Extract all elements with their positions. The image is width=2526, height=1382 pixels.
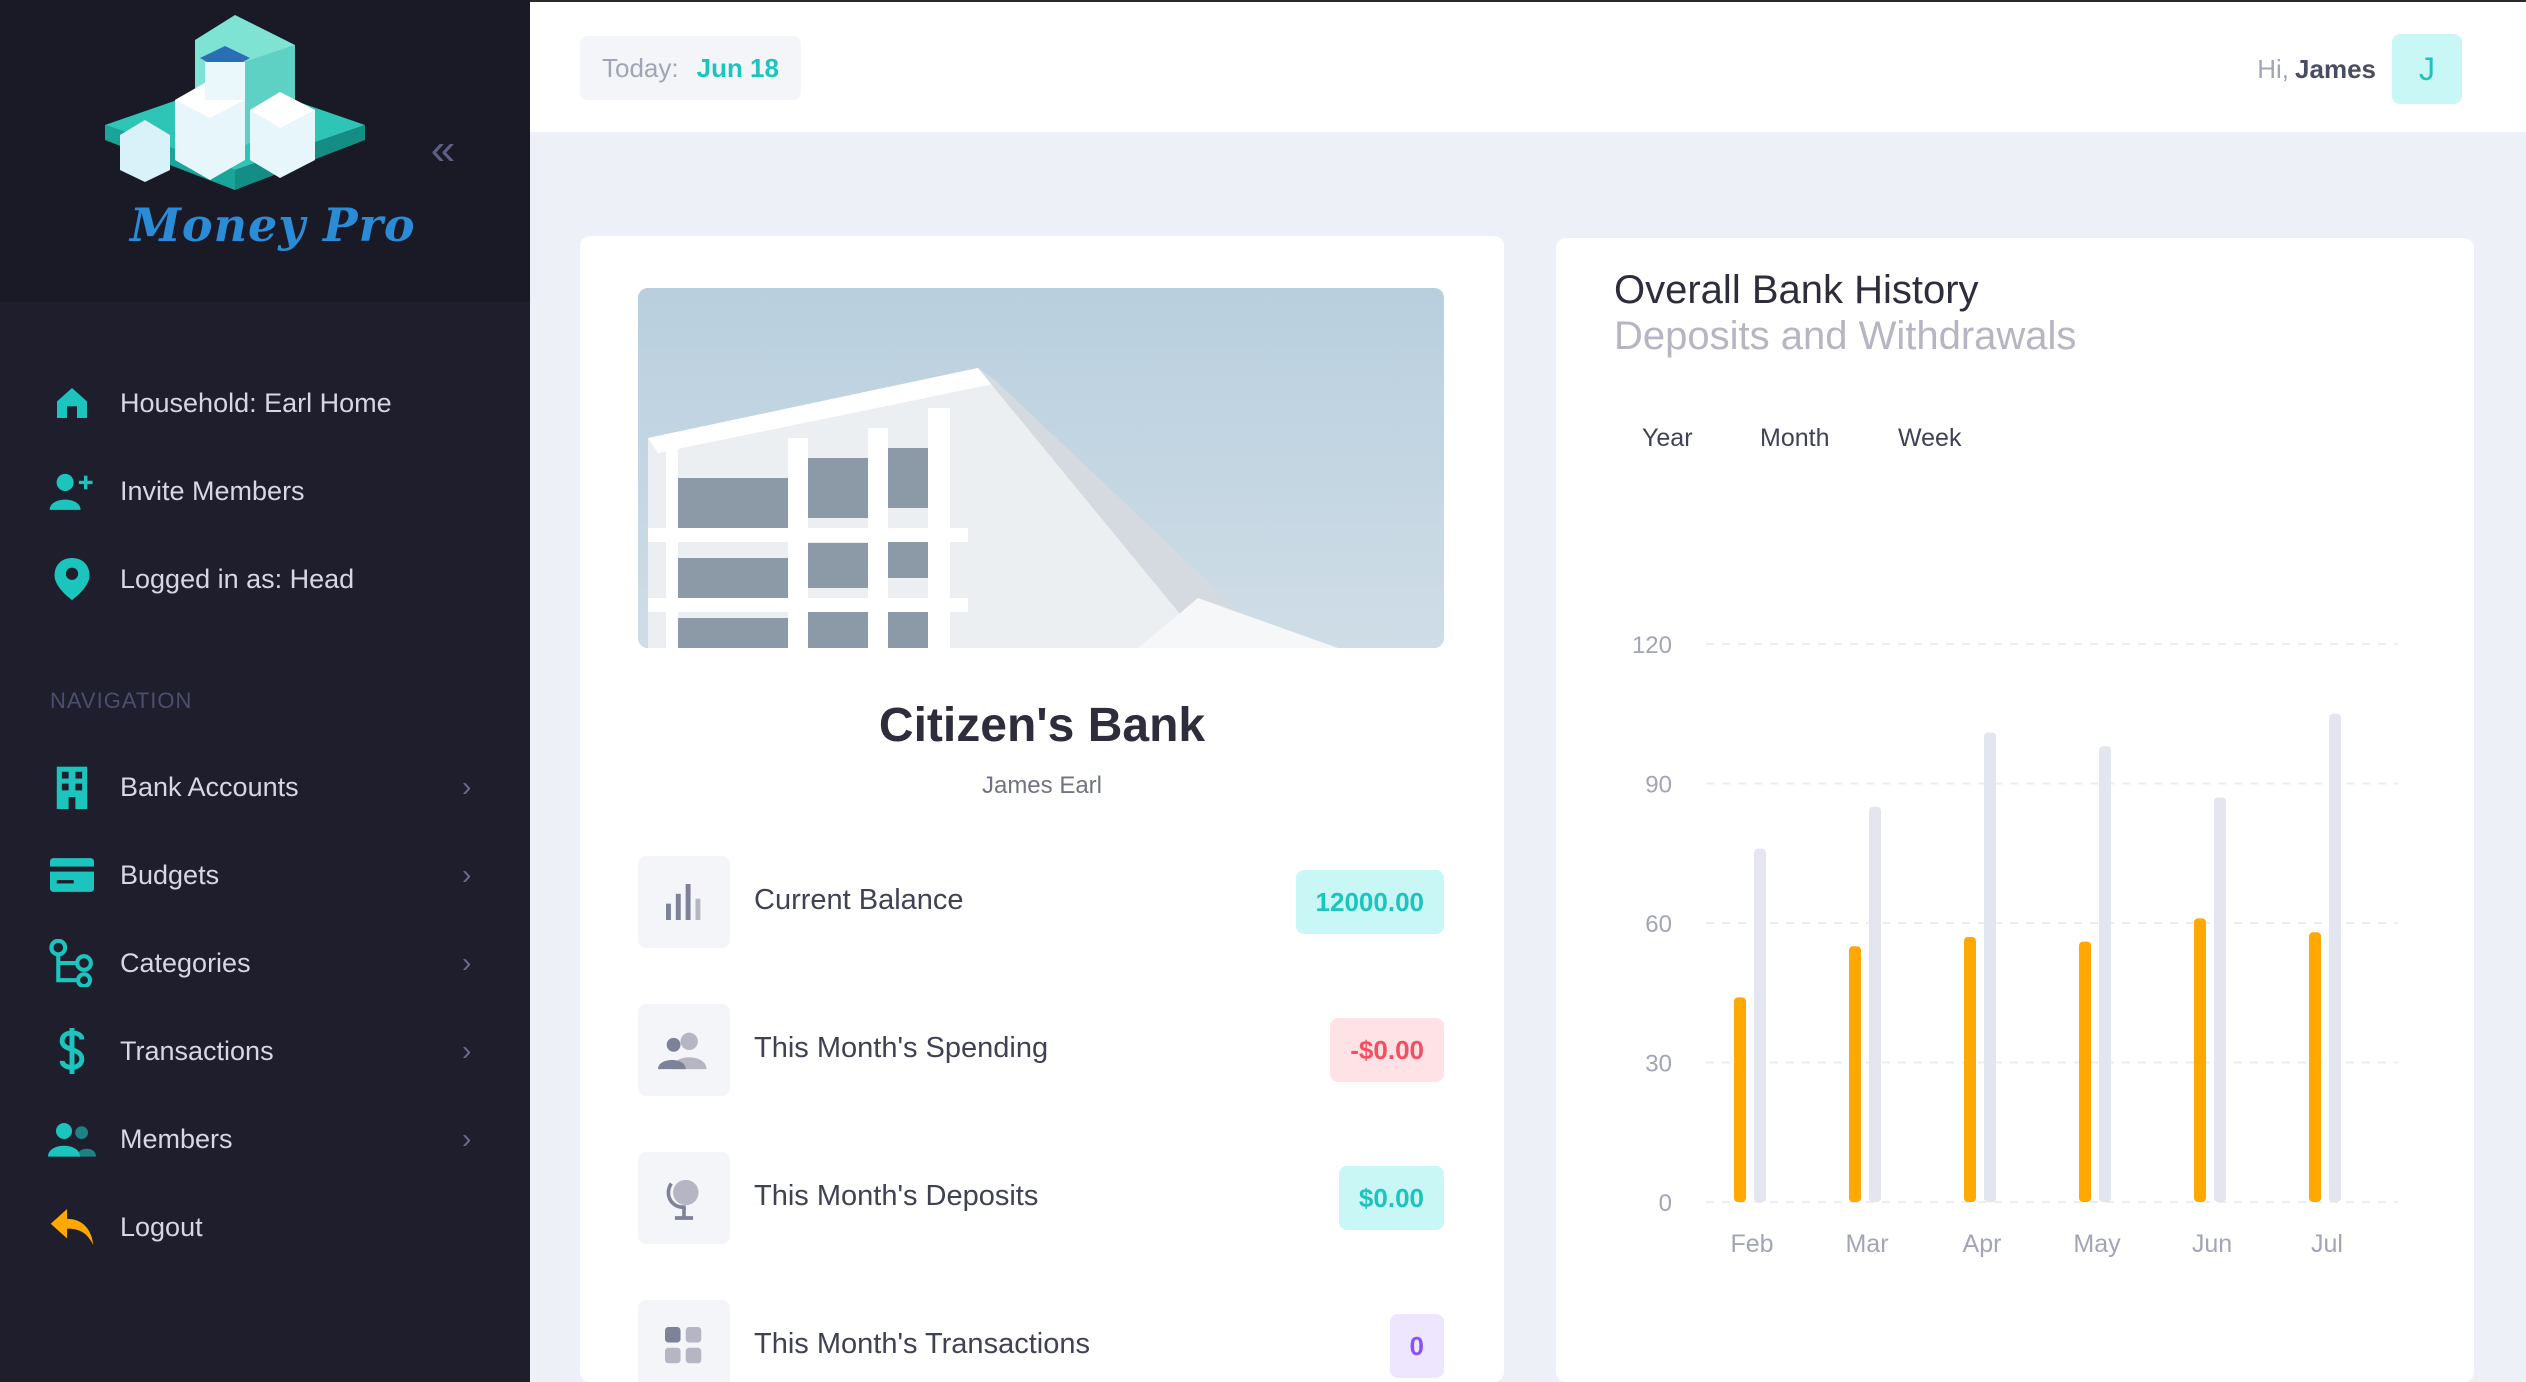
x-tick-label: Jul xyxy=(2311,1230,2343,1258)
stat-current-balance: Current Balance 12000.00 xyxy=(638,856,1444,948)
month-spending-value: -$0.00 xyxy=(1330,1018,1444,1082)
logo-text: Money Pro xyxy=(130,198,416,252)
stat-month-spending: This Month's Spending -$0.00 xyxy=(638,1004,1444,1096)
bank-owner: James Earl xyxy=(981,772,1103,799)
logo-area: Money Pro « xyxy=(0,0,530,302)
bank-history-chart: 0 30 60 90 120 Feb Mar Apr May Jun Jul xyxy=(1632,632,2398,1258)
bar-series-2 xyxy=(1754,848,1766,1202)
sidebar-item-transactions[interactable]: Transactions › xyxy=(0,1016,530,1086)
bar-series-2 xyxy=(1869,806,1881,1202)
x-tick-label: May xyxy=(2073,1230,2121,1258)
stat-label: This Month's Deposits xyxy=(754,1180,1039,1212)
stat-label: This Month's Transactions xyxy=(754,1328,1090,1360)
avatar[interactable]: J xyxy=(2392,34,2462,104)
logout-label: Logout xyxy=(120,1211,203,1242)
sidebar-item-label: Members xyxy=(120,1123,233,1154)
bar-series-2 xyxy=(2214,797,2226,1202)
hierarchy-icon xyxy=(44,935,100,991)
month-deposits-value: $0.00 xyxy=(1338,1166,1444,1230)
group-icon xyxy=(44,1111,100,1167)
building-icon xyxy=(44,759,100,815)
user-greeting[interactable]: Hi, James xyxy=(2257,54,2376,85)
navigation-heading: NAVIGATION xyxy=(50,688,193,713)
x-tick-label: Feb xyxy=(1730,1230,1773,1258)
bar-series-1 xyxy=(1734,997,1746,1202)
greeting-text: Hi, xyxy=(2257,54,2290,84)
bar-series-1 xyxy=(1964,936,1976,1202)
sidebar-item-bank-accounts[interactable]: Bank Accounts › xyxy=(0,752,530,822)
bank-name: Citizen's Bank xyxy=(878,699,1206,752)
chevron-right-icon: › xyxy=(462,859,472,890)
logout-button[interactable]: Logout xyxy=(0,1192,530,1262)
stat-label: This Month's Spending xyxy=(754,1032,1049,1064)
household-item[interactable]: Household: Earl Home xyxy=(0,368,530,438)
bar-series-1 xyxy=(2079,941,2091,1202)
sidebar-item-label: Budgets xyxy=(120,859,220,890)
bar-series-2 xyxy=(1984,732,1996,1202)
household-label: Household: Earl Home xyxy=(120,387,392,418)
bar-series-2 xyxy=(2099,746,2111,1202)
bank-account-card: Citizen's Bank James Earl Current Balanc… xyxy=(580,236,1504,1382)
bar-series-1 xyxy=(2309,932,2321,1202)
y-tick-label: 30 xyxy=(1645,1051,1672,1078)
sidebar-item-label: Transactions xyxy=(120,1035,274,1066)
logged-in-item: Logged in as: Head xyxy=(0,544,530,614)
user-name: James xyxy=(2295,54,2376,84)
logout-arrow-icon xyxy=(44,1199,100,1255)
chevron-right-icon: › xyxy=(462,1123,472,1154)
sidebar-item-budgets[interactable]: Budgets › xyxy=(0,840,530,910)
group-icon xyxy=(638,1004,730,1096)
bank-history-card: Overall Bank History Deposits and Withdr… xyxy=(1556,238,2474,1382)
sidebar-item-label: Categories xyxy=(120,947,251,978)
bar-series-2 xyxy=(2329,713,2341,1202)
sidebar-item-members[interactable]: Members › xyxy=(0,1104,530,1174)
sidebar-item-label: Bank Accounts xyxy=(120,771,299,802)
bar-series-1 xyxy=(2194,918,2206,1202)
invite-members-item[interactable]: Invite Members xyxy=(0,456,530,526)
today-value: Jun 18 xyxy=(696,52,779,83)
bar-series-1 xyxy=(1849,946,1861,1202)
y-tick-label: 0 xyxy=(1659,1190,1672,1217)
stat-month-deposits: This Month's Deposits $0.00 xyxy=(638,1152,1444,1244)
bar-chart-icon xyxy=(638,856,730,948)
top-bar: Today: Jun 18 Hi, James J xyxy=(530,0,2526,132)
stat-label: Current Balance xyxy=(754,884,964,916)
home-icon xyxy=(44,375,100,431)
credit-card-icon xyxy=(44,847,100,903)
location-pin-icon xyxy=(44,551,100,607)
today-date-pill: Today: Jun 18 xyxy=(580,36,801,100)
y-tick-label: 120 xyxy=(1632,632,1672,659)
x-tick-label: Apr xyxy=(1963,1230,2002,1258)
chevron-right-icon: › xyxy=(462,771,472,802)
grid-icon xyxy=(638,1300,730,1382)
y-tick-label: 90 xyxy=(1645,772,1672,799)
chevron-right-icon: › xyxy=(462,947,472,978)
stat-month-transactions: This Month's Transactions 0 xyxy=(638,1300,1444,1382)
chevron-right-icon: › xyxy=(462,1035,472,1066)
current-balance-value: 12000.00 xyxy=(1295,870,1444,934)
x-tick-label: Jun xyxy=(2192,1230,2232,1258)
globe-icon xyxy=(638,1152,730,1244)
logged-in-label: Logged in as: Head xyxy=(120,563,355,594)
y-tick-label: 60 xyxy=(1645,911,1672,938)
sidebar: Money Pro « Household: Earl Home Invite … xyxy=(0,0,530,1382)
sidebar-collapse-button[interactable]: « xyxy=(418,128,468,172)
invite-members-label: Invite Members xyxy=(120,475,305,506)
bank-building-image xyxy=(638,288,1444,648)
today-label: Today: xyxy=(602,52,679,83)
dollar-icon xyxy=(44,1023,100,1079)
x-tick-label: Mar xyxy=(1845,1230,1888,1258)
month-transactions-value: 0 xyxy=(1389,1314,1444,1378)
sidebar-item-categories[interactable]: Categories › xyxy=(0,928,530,998)
add-user-icon xyxy=(44,463,100,519)
